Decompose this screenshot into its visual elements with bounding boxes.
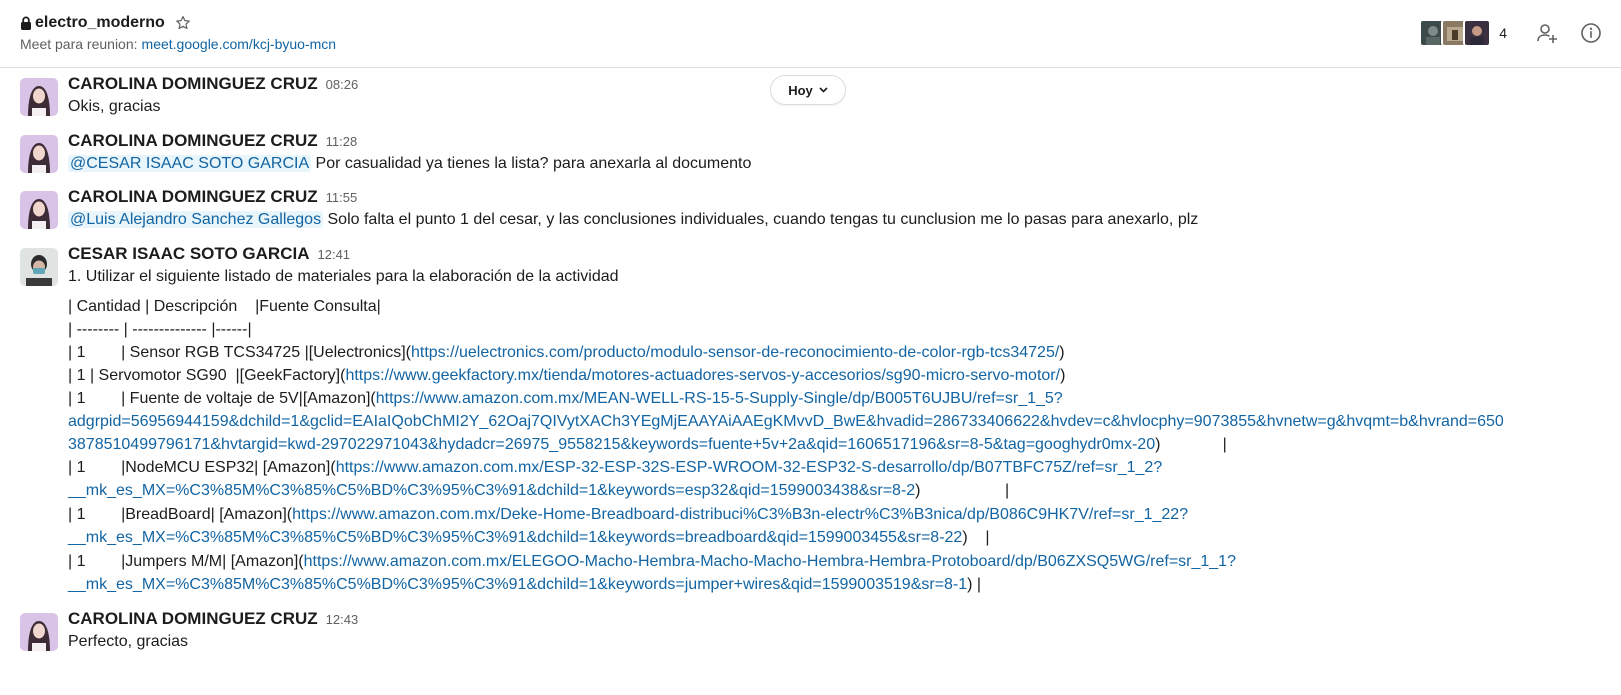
channel-header: electro_moderno Meet para reunion: meet.g…: [0, 0, 1621, 68]
user-mention[interactable]: @Luis Alejandro Sanchez Gallegos: [68, 211, 324, 228]
day-divider-label: Hoy: [788, 82, 813, 98]
table-line-text: | 1 |BreadBoard| [Amazon](: [68, 506, 293, 523]
channel-topic: Meet para reunion: meet.google.com/kcj-by…: [20, 36, 336, 52]
amazon-breadboard-link[interactable]: https://www.amazon.com.mx/Deke-Home-Brea…: [292, 506, 1188, 523]
table-line-text: | 1 |Jumpers M/M| [Amazon](: [68, 553, 304, 570]
avatar[interactable]: [20, 135, 58, 173]
table-line-text: | -------- | -------------- |------|: [68, 321, 252, 338]
message-time[interactable]: 11:28: [326, 134, 358, 149]
topic-link[interactable]: meet.google.com/kcj-byuo-mcn: [142, 36, 337, 52]
table-line-text: ) |: [962, 529, 990, 546]
table-line-text: | Cantidad | Descripción |Fuente Consult…: [68, 298, 381, 315]
message-time[interactable]: 12:41: [318, 247, 351, 262]
message-text: Okis, gracias: [68, 98, 161, 115]
avatar[interactable]: [20, 248, 58, 286]
table-line: 3878510499796171&hvtargid=kwd-2970229710…: [68, 436, 1227, 454]
message-header: CESAR ISAAC SOTO GARCIA 12:41: [68, 244, 350, 264]
day-divider-button[interactable]: Hoy: [770, 75, 846, 105]
avatar[interactable]: [20, 78, 58, 116]
amazon-power-supply-link[interactable]: https://www.amazon.com.mx/MEAN-WELL-RS-1…: [376, 390, 1063, 407]
message-author[interactable]: CAROLINA DOMINGUEZ CRUZ: [68, 609, 318, 629]
message-author[interactable]: CESAR ISAAC SOTO GARCIA: [68, 244, 310, 264]
avatar: [1463, 19, 1492, 47]
message-text-content: Por casualidad ya tienes la lista? para …: [311, 155, 752, 172]
message-time[interactable]: 12:43: [326, 612, 359, 627]
amazon-power-supply-link[interactable]: adgrpid=56956944159&dchild=1&gclid=EAIaI…: [68, 413, 1504, 430]
avatar[interactable]: [20, 191, 58, 229]
amazon-jumpers-link[interactable]: __mk_es_MX=%C3%85M%C3%85%C5%BD%C3%95%C3%…: [68, 576, 967, 593]
table-line-text: ) |: [967, 576, 982, 593]
message-time[interactable]: 08:26: [326, 77, 359, 92]
avatar[interactable]: [20, 613, 58, 651]
message-text-content: Solo falta el punto 1 del cesar, y las c…: [323, 211, 1199, 228]
member-count[interactable]: 4: [1499, 25, 1507, 41]
table-line: adgrpid=56956944159&dchild=1&gclid=EAIaI…: [68, 413, 1504, 431]
table-line: | 1 | Fuente de voltaje de 5V|[Amazon](h…: [68, 390, 1063, 408]
add-member-button[interactable]: [1533, 19, 1561, 47]
lock-icon: [21, 16, 31, 30]
message-text: 1. Utilizar el siguiente listado de mate…: [68, 268, 619, 285]
table-line-text: ) |: [915, 482, 1010, 499]
table-line: | Cantidad | Descripción |Fuente Consult…: [68, 298, 381, 316]
table-line: __mk_es_MX=%C3%85M%C3%85%C5%BD%C3%95%C3%…: [68, 576, 981, 594]
message-header: CAROLINA DOMINGUEZ CRUZ 12:43: [68, 609, 358, 629]
table-line: __mk_es_MX=%C3%85M%C3%85%C5%BD%C3%95%C3%…: [68, 529, 990, 547]
message-text: @CESAR ISAAC SOTO GARCIA Por casualidad …: [68, 155, 751, 173]
user-mention[interactable]: @CESAR ISAAC SOTO GARCIA: [68, 155, 312, 172]
table-line-text: | 1 | Servomotor SG90 |[GeekFactory](: [68, 367, 346, 384]
message-author[interactable]: CAROLINA DOMINGUEZ CRUZ: [68, 131, 318, 151]
info-icon: [1581, 23, 1601, 43]
channel-title[interactable]: electro_moderno: [20, 12, 191, 34]
table-line-text: ) |: [1155, 436, 1227, 453]
message-time[interactable]: 11:55: [326, 190, 358, 205]
table-line: | -------- | -------------- |------|: [68, 321, 252, 339]
message-author[interactable]: CAROLINA DOMINGUEZ CRUZ: [68, 187, 318, 207]
table-line: | 1 |NodeMCU ESP32| [Amazon](https://www…: [68, 459, 1162, 477]
amazon-breadboard-link[interactable]: __mk_es_MX=%C3%85M%C3%85%C5%BD%C3%95%C3%…: [68, 529, 962, 546]
uelectronics-link[interactable]: https://uelectronics.com/producto/modulo…: [411, 344, 1059, 361]
amazon-esp32-link[interactable]: https://www.amazon.com.mx/ESP-32-ESP-32S…: [336, 459, 1163, 476]
message-header: CAROLINA DOMINGUEZ CRUZ 11:55: [68, 187, 357, 207]
table-line: | 1 | Servomotor SG90 |[GeekFactory](htt…: [68, 367, 1065, 385]
table-line: __mk_es_MX=%C3%85M%C3%85%C5%BD%C3%95%C3%…: [68, 482, 1009, 500]
table-line-text: ): [1060, 367, 1066, 384]
amazon-esp32-link[interactable]: __mk_es_MX=%C3%85M%C3%85%C5%BD%C3%95%C3%…: [68, 482, 915, 499]
header-actions: 4: [1419, 16, 1621, 50]
message-author[interactable]: CAROLINA DOMINGUEZ CRUZ: [68, 74, 318, 94]
member-avatars[interactable]: [1419, 19, 1492, 47]
table-line: | 1 |Jumpers M/M| [Amazon](https://www.a…: [68, 553, 1236, 571]
table-line-text: | 1 |NodeMCU ESP32| [Amazon](: [68, 459, 336, 476]
amazon-jumpers-link[interactable]: https://www.amazon.com.mx/ELEGOO-Macho-H…: [304, 553, 1236, 570]
table-line: | 1 | Sensor RGB TCS34725 |[Uelectronics…: [68, 344, 1065, 362]
table-line-text: | 1 | Fuente de voltaje de 5V|[Amazon](: [68, 390, 376, 407]
message-text: @Luis Alejandro Sanchez Gallegos Solo fa…: [68, 211, 1198, 229]
message-header: CAROLINA DOMINGUEZ CRUZ 08:26: [68, 74, 358, 94]
table-line-text: | 1 | Sensor RGB TCS34725 |[Uelectronics…: [68, 344, 411, 361]
geekfactory-link[interactable]: https://www.geekfactory.mx/tienda/motore…: [345, 367, 1060, 384]
star-icon[interactable]: [175, 15, 191, 31]
table-line: | 1 |BreadBoard| [Amazon](https://www.am…: [68, 506, 1188, 524]
table-line-text: ): [1059, 344, 1065, 361]
details-button[interactable]: [1577, 19, 1605, 47]
message-header: CAROLINA DOMINGUEZ CRUZ 11:28: [68, 131, 357, 151]
channel-name: electro_moderno: [35, 14, 165, 31]
amazon-power-supply-link[interactable]: 3878510499796171&hvtargid=kwd-2970229710…: [68, 436, 1155, 453]
message-text: Perfecto, gracias: [68, 633, 189, 650]
add-person-icon: [1537, 24, 1557, 43]
chevron-down-icon: [819, 87, 828, 93]
topic-label: Meet para reunion:: [20, 36, 138, 52]
